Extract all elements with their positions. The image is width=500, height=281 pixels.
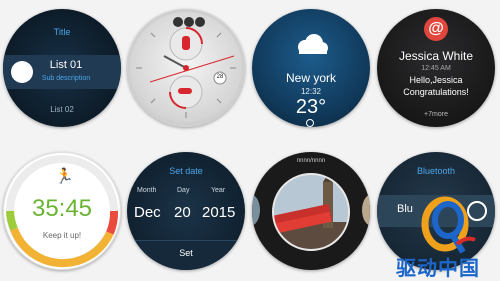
analog-watch-face: 28: [127, 9, 245, 127]
message-more[interactable]: +7more: [377, 111, 495, 118]
adjacent-photo-right: [362, 194, 370, 226]
date-label-month: Month: [137, 187, 157, 194]
weather-watch-face: New york 12:32 23°: [252, 9, 370, 127]
photo-thumbnail[interactable]: [271, 172, 351, 252]
timer-watch-face: 🏃 35:45 Keep it up!: [3, 152, 121, 270]
date-value-year[interactable]: 2015: [202, 204, 235, 221]
loading-indicator: [306, 119, 314, 127]
message-line-1: Hello,Jessica: [409, 75, 463, 85]
weather-time: 12:32: [300, 87, 322, 96]
set-date-watch-face: Set date Month Day Year Dec 20 2015 Set: [127, 152, 245, 270]
list-title: Title: [53, 27, 71, 37]
running-icon: 🏃: [55, 167, 74, 185]
email-at-icon: @: [424, 17, 448, 41]
date-label-day: Day: [177, 187, 190, 194]
set-button-label: Set: [179, 248, 193, 258]
photo-counter: nnnn/nnnn: [296, 158, 326, 164]
date-label: 28: [216, 74, 224, 80]
list-item-2[interactable]: List 02: [3, 105, 121, 114]
list-item-subdescription: Sub description: [41, 75, 91, 82]
timer-caption: Keep it up!: [42, 231, 82, 240]
cloud-icon: [298, 34, 328, 54]
watch-faces-showcase: Title List 01 Sub description List 02 28…: [0, 0, 500, 281]
date-value-day[interactable]: 20: [174, 204, 191, 221]
photo-watch-face: nnnn/nnnn: [252, 152, 370, 270]
weather-temperature: 23°: [295, 96, 327, 118]
list-item-label: List 01: [49, 59, 83, 71]
set-date-title: Set date: [169, 166, 203, 176]
message-time: 12:45 AM: [421, 65, 451, 72]
date-label-year: Year: [211, 187, 226, 194]
timer-value: 35:45: [31, 195, 93, 222]
adjacent-photo-left: [252, 194, 260, 226]
message-watch-face: @ Jessica White 12:45 AM Hello,Jessica C…: [377, 9, 495, 127]
list-watch-face: Title List 01 Sub description List 02: [3, 9, 121, 127]
message-sender: Jessica White: [398, 49, 474, 63]
message-line-2: Congratulations!: [403, 87, 469, 97]
weather-city: New york: [285, 71, 336, 85]
watermark-text: 驱动中国: [396, 256, 480, 280]
date-value-month[interactable]: Dec: [134, 204, 161, 221]
analog-dial: [136, 17, 236, 118]
watermark-logo: [421, 196, 476, 254]
bluetooth-title: Bluetooth: [416, 166, 456, 176]
